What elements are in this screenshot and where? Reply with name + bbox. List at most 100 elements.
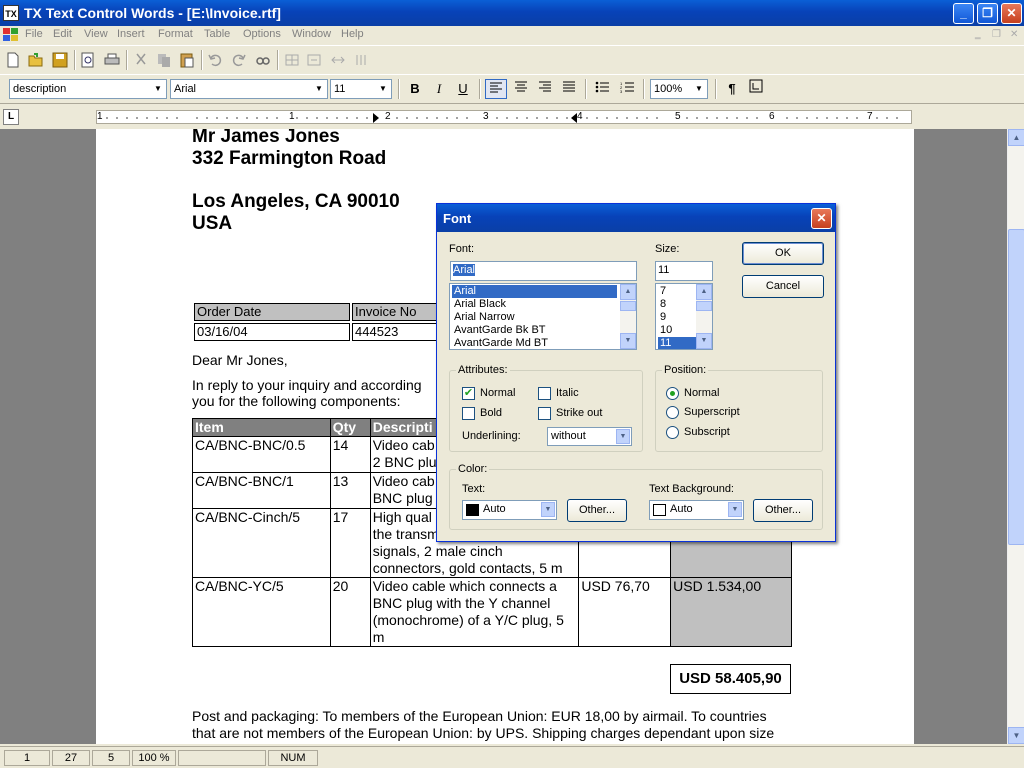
mdi-close-icon[interactable]: ✕ [1010,29,1018,40]
cut-icon[interactable] [133,52,149,68]
table-split-icon[interactable] [306,52,322,68]
list-item[interactable]: Arial Narrow [452,311,617,324]
save-icon[interactable] [52,52,68,68]
mdi-minimize-icon[interactable]: ‗ [975,29,981,40]
chevron-down-icon[interactable]: ▼ [692,81,706,97]
position-normal-radio[interactable] [666,387,679,400]
bold-button[interactable]: B [404,79,426,99]
chevron-down-icon[interactable]: ▼ [728,502,742,517]
show-marks-button[interactable]: ¶ [721,79,743,99]
chevron-down-icon[interactable]: ▼ [376,81,390,97]
size-listbox[interactable]: 7 8 9 10 11 ▲ ▼ [655,283,713,350]
italic-checkbox[interactable] [538,387,551,400]
menu-format[interactable]: Format [158,28,193,40]
align-right-button[interactable] [534,79,556,99]
align-center-button[interactable] [510,79,532,99]
tab-stop-selector[interactable]: L [3,109,19,125]
list-item[interactable]: Arial [452,285,617,298]
list-item[interactable]: 11 [658,337,696,349]
scroll-down-button[interactable]: ▼ [1008,727,1024,744]
chevron-down-icon[interactable]: ▼ [620,333,636,349]
align-left-button[interactable] [485,79,507,99]
minimize-button[interactable]: _ [953,3,974,24]
open-folder-icon[interactable] [28,52,44,68]
justify-button[interactable] [558,79,580,99]
list-item[interactable]: 8 [658,298,696,311]
vertical-scrollbar[interactable]: ▲ ▼ [1007,129,1024,744]
font-combo[interactable]: Arial ▼ [170,79,328,99]
paste-icon[interactable] [179,52,195,68]
font-list-scrollbar[interactable]: ▲ ▼ [620,284,636,349]
list-item[interactable]: 7 [658,285,696,298]
list-item[interactable]: AvantGarde Md BT [452,337,617,349]
bg-color-other-button[interactable]: Other... [753,499,813,522]
restore-button[interactable]: ❐ [977,3,998,24]
menu-file[interactable]: File [25,28,43,40]
font-listbox[interactable]: Arial Arial Black Arial Narrow AvantGard… [449,283,637,350]
title-bar[interactable]: TX TX Text Control Words - [E:\Invoice.r… [0,0,1024,26]
normal-checkbox[interactable]: ✔ [462,387,475,400]
list-item[interactable]: 10 [658,324,696,337]
menu-options[interactable]: Options [243,28,281,40]
dialog-close-button[interactable]: ✕ [811,208,832,229]
menu-edit[interactable]: Edit [53,28,72,40]
redo-icon[interactable] [231,52,247,68]
copy-icon[interactable] [156,52,172,68]
numbering-button[interactable]: 123 [616,79,638,99]
text-color-other-button[interactable]: Other... [567,499,627,522]
bold-checkbox[interactable] [462,407,475,420]
text-color-select[interactable]: Auto ▼ [462,500,557,520]
underline-button[interactable]: U [452,79,474,99]
scroll-thumb[interactable] [696,301,712,311]
menu-help[interactable]: Help [341,28,364,40]
italic-button[interactable]: I [428,79,450,99]
list-item[interactable]: Arial Black [452,298,617,311]
horizontal-ruler[interactable]: 1 1 2 3 4 5 6 7 [96,110,912,124]
chevron-down-icon[interactable]: ▼ [696,333,712,349]
zoom-combo[interactable]: 100% ▼ [650,79,708,99]
close-button[interactable]: ✕ [1001,3,1022,24]
chevron-down-icon[interactable]: ▼ [541,502,555,517]
chevron-down-icon[interactable]: ▼ [616,429,630,444]
font-dialog[interactable]: Font ✕ Font: Arial Arial Arial Black Ari… [436,203,836,542]
list-item[interactable]: 9 [658,311,696,324]
size-input[interactable]: 11 [655,261,713,281]
mdi-restore-icon[interactable]: ❐ [992,29,1001,40]
chevron-up-icon[interactable]: ▲ [696,284,712,300]
size-combo[interactable]: 11 ▼ [330,79,392,99]
app-icon[interactable]: TX [3,5,19,21]
menu-view[interactable]: View [84,28,108,40]
scroll-thumb[interactable] [620,301,636,311]
chevron-up-icon[interactable]: ▲ [620,284,636,300]
font-input[interactable]: Arial [450,261,637,281]
strikeout-checkbox[interactable] [538,407,551,420]
bullets-button[interactable] [591,79,613,99]
undo-icon[interactable] [207,52,223,68]
scroll-thumb[interactable] [1008,229,1024,545]
list-item[interactable]: AvantGarde Bk BT [452,324,617,337]
chevron-down-icon[interactable]: ▼ [312,81,326,97]
style-combo[interactable]: description ▼ [9,79,167,99]
frame-button[interactable] [745,79,767,99]
table-columns-icon[interactable] [353,52,369,68]
superscript-radio[interactable] [666,406,679,419]
menu-window[interactable]: Window [292,28,331,40]
table-insert-icon[interactable] [284,52,300,68]
document-menu-icon[interactable] [3,28,19,42]
chevron-down-icon[interactable]: ▼ [151,81,165,97]
new-file-icon[interactable] [5,52,21,68]
bg-color-select[interactable]: Auto ▼ [649,500,744,520]
subscript-radio[interactable] [666,426,679,439]
print-icon[interactable] [104,52,120,68]
find-icon[interactable] [255,52,271,68]
scroll-up-button[interactable]: ▲ [1008,129,1024,146]
dialog-title-bar[interactable]: Font ✕ [437,204,835,232]
cancel-button[interactable]: Cancel [742,275,824,298]
underlining-select[interactable]: without ▼ [547,427,632,446]
ok-button[interactable]: OK [742,242,824,265]
print-preview-icon[interactable] [80,52,96,68]
table-merge-icon[interactable] [330,52,346,68]
menu-insert[interactable]: Insert [117,28,145,40]
size-list-scrollbar[interactable]: ▲ ▼ [696,284,712,349]
menu-table[interactable]: Table [204,28,230,40]
